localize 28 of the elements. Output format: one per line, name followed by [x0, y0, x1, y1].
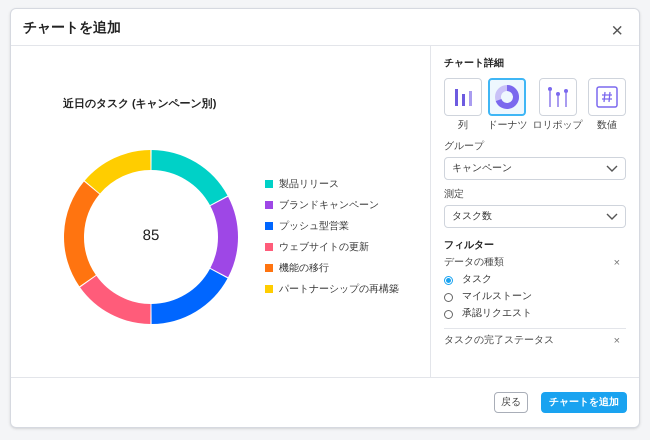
legend-label: ブランドキャンペーン — [279, 198, 379, 212]
chart-type-label: 列 — [458, 120, 468, 132]
filter-label: タスクの完了ステータス — [444, 335, 554, 347]
legend-label: パートナーシップの再構築 — [279, 282, 399, 296]
radio-label: マイルストーン — [462, 291, 532, 303]
chart-type-label: ドーナツ — [487, 120, 528, 132]
section-title: フィルター — [444, 239, 495, 253]
field-label: グループ — [444, 141, 486, 153]
filter-label: データの種類 — [444, 257, 504, 269]
chart-title: 近日のタスク (キャンペーン別) — [63, 96, 218, 112]
section-title: チャート詳細 — [444, 56, 505, 71]
back-button[interactable]: 戻る — [494, 392, 528, 413]
chart-type-label: ロリポップ — [532, 120, 583, 132]
legend-label: ウェブサイトの更新 — [279, 240, 369, 254]
close-button[interactable]: × — [607, 21, 627, 41]
legend-label: プッシュ型営業 — [279, 220, 349, 234]
legend-label: 機能の移行 — [279, 262, 329, 276]
remove-filter-button[interactable]: × — [614, 336, 620, 346]
dropdown-field[interactable]: タスク数 — [444, 205, 626, 228]
radio-label: タスク — [462, 274, 492, 286]
total-value: 85 — [142, 226, 160, 246]
field-label: 測定 — [444, 189, 465, 201]
legend-label: 製品リリース — [279, 178, 339, 192]
dropdown-field[interactable]: キャンペーン — [444, 157, 626, 180]
dialog-title: チャートを追加 — [23, 18, 121, 36]
remove-filter-button[interactable]: × — [614, 258, 620, 268]
chart-type-label: 数値 — [596, 120, 617, 132]
radio-label: 承認リクエスト — [462, 308, 532, 320]
